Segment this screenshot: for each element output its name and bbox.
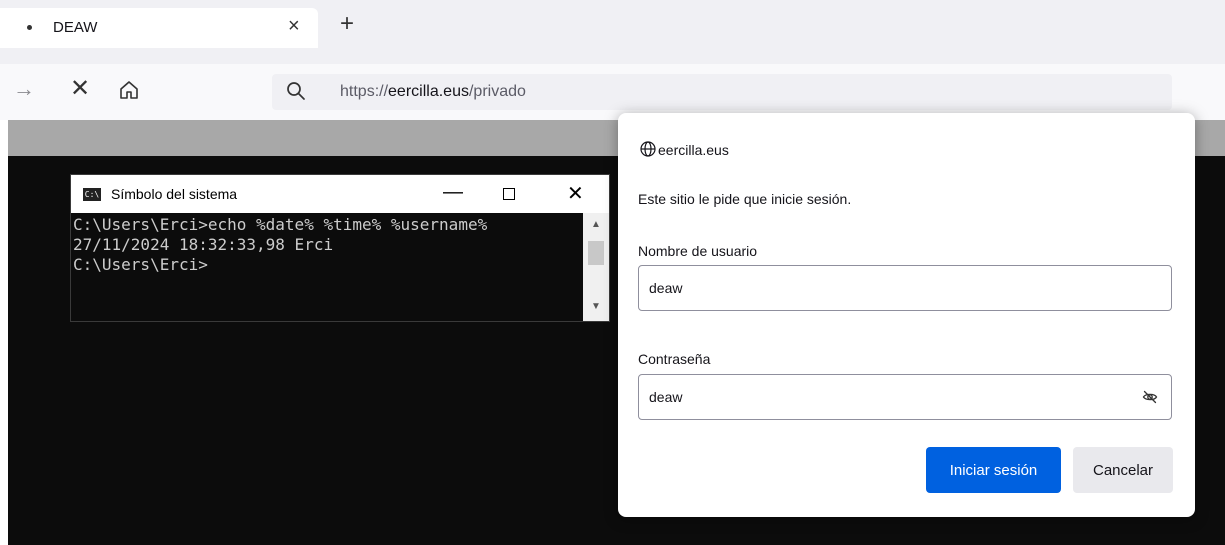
home-icon[interactable] — [118, 79, 140, 106]
tab-title: DEAW — [53, 19, 98, 36]
url-bar[interactable]: https://eercilla.eus/privado — [272, 74, 1172, 110]
globe-icon — [640, 141, 656, 162]
nav-bar: → ✕ https://eercilla.eus/privado — [0, 64, 1225, 120]
dialog-host: eercilla.eus — [658, 142, 729, 158]
url-scheme: https:// — [340, 83, 389, 100]
scroll-thumb[interactable] — [588, 241, 604, 265]
url-text: https://eercilla.eus/privado — [340, 83, 526, 101]
cmd-app-icon: C:\ — [83, 188, 101, 201]
auth-dialog: eercilla.eus Este sitio le pide que inic… — [618, 113, 1195, 517]
screen: DEAW × + → ✕ https://eercilla.eus/privad… — [0, 0, 1225, 545]
password-input[interactable] — [638, 374, 1172, 420]
cmd-titlebar[interactable]: C:\ Símbolo del sistema — ✕ — [71, 175, 609, 213]
tab-dot-icon — [27, 25, 32, 30]
cmd-output[interactable]: C:\Users\Erci>echo %date% %time% %userna… — [73, 215, 581, 321]
url-path: /privado — [468, 83, 526, 100]
tab-strip: DEAW × + — [0, 0, 1225, 64]
cancel-button[interactable]: Cancelar — [1073, 447, 1173, 493]
forward-arrow-icon[interactable]: → — [13, 76, 35, 102]
scroll-down-icon[interactable]: ▼ — [591, 301, 601, 312]
cmd-line: C:\Users\Erci>echo %date% %time% %userna… — [73, 215, 488, 234]
tab-deaw[interactable]: DEAW × — [0, 8, 318, 48]
dialog-message: Este sitio le pide que inicie sesión. — [638, 191, 852, 207]
search-icon — [286, 81, 306, 106]
new-tab-icon[interactable]: + — [340, 12, 354, 36]
cmd-title: Símbolo del sistema — [111, 186, 238, 202]
url-host: eercilla.eus — [388, 83, 469, 100]
cmd-scrollbar[interactable]: ▲ ▼ — [583, 213, 609, 321]
password-field — [638, 374, 1172, 420]
scroll-up-icon[interactable]: ▲ — [591, 219, 601, 230]
minimize-icon[interactable]: — — [443, 181, 463, 204]
cmd-line: 27/11/2024 18:32:33,98 Erci — [73, 235, 334, 254]
cmd-close-icon[interactable]: ✕ — [567, 181, 584, 206]
tab-close-icon[interactable]: × — [288, 14, 300, 38]
sign-in-button[interactable]: Iniciar sesión — [926, 447, 1061, 493]
username-input[interactable] — [638, 265, 1172, 311]
password-label: Contraseña — [638, 351, 711, 367]
eye-slash-icon[interactable] — [1142, 389, 1158, 410]
stop-icon[interactable]: ✕ — [70, 74, 90, 103]
username-label: Nombre de usuario — [638, 243, 758, 259]
cmd-window[interactable]: C:\ Símbolo del sistema — ✕ C:\Users\Erc… — [70, 174, 610, 322]
cmd-line: C:\Users\Erci> — [73, 255, 208, 274]
maximize-icon[interactable] — [503, 188, 515, 200]
